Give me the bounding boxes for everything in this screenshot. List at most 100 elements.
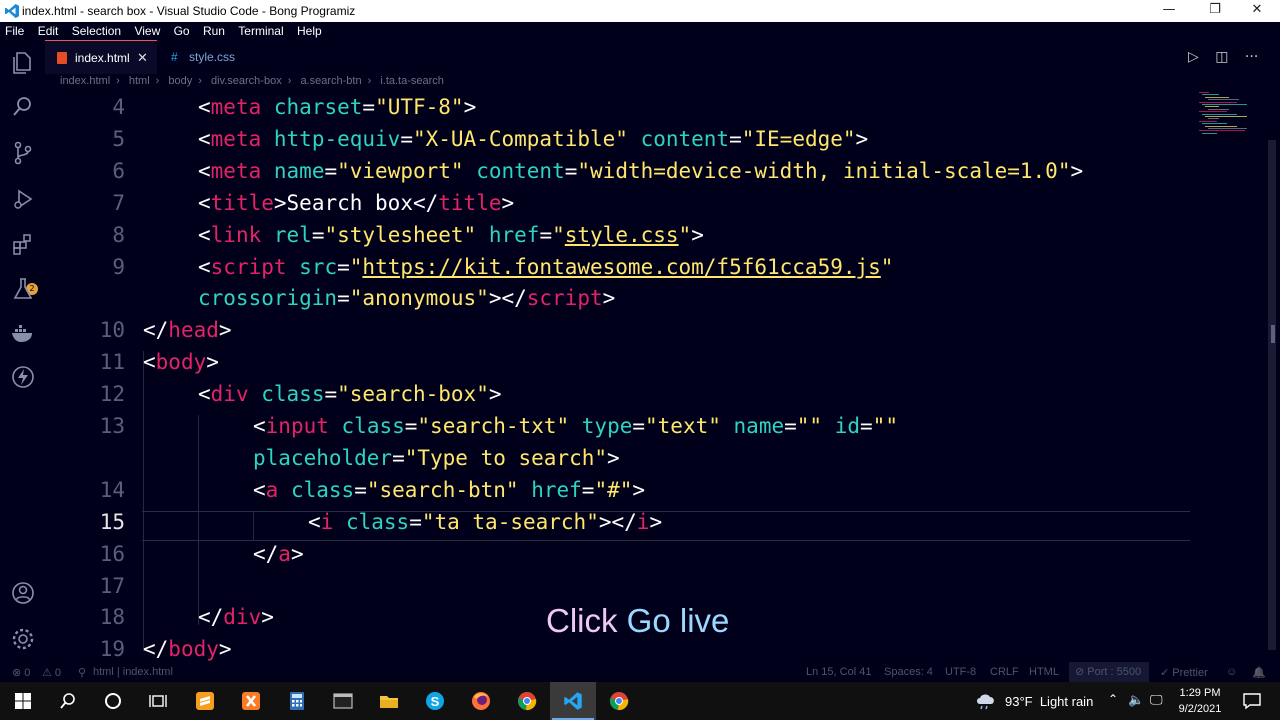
weather-widget[interactable]: 93°F Light rain bbox=[975, 682, 1100, 720]
code-token: div bbox=[210, 382, 249, 407]
taskbar-clock[interactable]: 1:29 PM 9/2/2021 bbox=[1170, 685, 1230, 717]
code-line[interactable]: </body> bbox=[143, 637, 232, 661]
chrome-icon[interactable] bbox=[504, 682, 550, 720]
menu-run[interactable]: Run bbox=[198, 22, 230, 38]
menu-help[interactable]: Help bbox=[292, 22, 327, 38]
code-line[interactable]: <input class="search-txt" type="text" na… bbox=[253, 414, 898, 438]
notifications-bell-icon[interactable]: 🔔 bbox=[1252, 666, 1266, 679]
encoding[interactable]: UTF-8 bbox=[945, 666, 976, 678]
more-actions-icon[interactable]: ··· bbox=[1245, 40, 1258, 74]
explorer-icon[interactable] bbox=[10, 50, 36, 76]
code-line[interactable]: <a class="search-btn" href="#"> bbox=[253, 478, 645, 502]
code-line[interactable]: <title>Search box</title> bbox=[198, 191, 514, 215]
code-line[interactable]: <meta charset="UTF-8"> bbox=[198, 95, 476, 119]
code-token: = bbox=[337, 286, 350, 311]
terminal-icon[interactable] bbox=[320, 682, 366, 720]
line-number: 15 bbox=[99, 509, 125, 534]
code-line[interactable]: <meta http-equiv="X-UA-Compatible" conte… bbox=[198, 127, 868, 151]
menu-go[interactable]: Go bbox=[169, 22, 195, 38]
cortana-icon[interactable] bbox=[90, 682, 136, 720]
breadcrumb-i[interactable]: i.ta.ta-search bbox=[380, 75, 444, 87]
close-window-button[interactable]: ✕ bbox=[1234, 0, 1280, 22]
breadcrumb-body[interactable]: body bbox=[168, 75, 192, 87]
breadcrumb-div[interactable]: div.search-box bbox=[211, 75, 282, 87]
code-line[interactable]: <script src="https://kit.fontawesome.com… bbox=[198, 255, 893, 279]
menu-file[interactable]: File bbox=[0, 22, 29, 38]
extensions-icon[interactable] bbox=[10, 232, 36, 258]
tab-index-html[interactable]: index.html ✕ bbox=[45, 40, 157, 74]
errors-indicator[interactable]: ⊗ 0 bbox=[12, 666, 30, 679]
code-line[interactable]: <link rel="stylesheet" href="style.css"> bbox=[198, 223, 704, 247]
code-line[interactable]: </head> bbox=[143, 318, 232, 342]
tab-style-css[interactable]: # style.css bbox=[159, 40, 289, 74]
breadcrumb-html[interactable]: html bbox=[129, 75, 150, 87]
cursor-position[interactable]: Ln 15, Col 41 bbox=[806, 666, 871, 678]
lightning-icon[interactable] bbox=[10, 364, 36, 390]
search-icon[interactable] bbox=[10, 94, 36, 120]
minimap[interactable] bbox=[1195, 92, 1255, 142]
split-editor-icon[interactable]: ◫ bbox=[1215, 40, 1228, 74]
breadcrumb-a[interactable]: a.search-btn bbox=[300, 75, 361, 87]
language-mode[interactable]: HTML bbox=[1029, 666, 1059, 678]
scrollbar-thumb[interactable] bbox=[1271, 325, 1275, 343]
minimap-line bbox=[1208, 128, 1247, 129]
feedback-icon[interactable]: ☺ bbox=[1226, 666, 1237, 678]
code-token: = bbox=[729, 126, 742, 151]
run-debug-icon[interactable] bbox=[10, 186, 36, 212]
docker-icon[interactable] bbox=[10, 320, 36, 346]
taskbar-search-icon[interactable] bbox=[45, 682, 91, 720]
warnings-indicator[interactable]: ⚠ 0 bbox=[42, 666, 61, 679]
menu-terminal[interactable]: Terminal bbox=[233, 22, 288, 38]
code-editor[interactable]: 4 5 6 7 8 9 10 11 12 13 14 15 16 17 18 19 <meta charset… bbox=[45, 95, 1235, 662]
tray-overflow-icon[interactable]: ⌃ bbox=[1108, 692, 1118, 706]
code-line[interactable]: placeholder="Type to search"> bbox=[253, 446, 620, 470]
skype-icon[interactable]: S bbox=[412, 682, 458, 720]
speaker-icon[interactable]: 🔈 bbox=[1128, 692, 1144, 708]
network-icon[interactable]: 🖵 bbox=[1150, 692, 1163, 708]
start-icon[interactable] bbox=[0, 682, 46, 720]
chrome-2-icon[interactable] bbox=[596, 682, 642, 720]
code-line[interactable]: </a> bbox=[253, 542, 304, 566]
menu-selection[interactable]: Selection bbox=[67, 22, 126, 38]
settings-gear-icon[interactable] bbox=[10, 626, 36, 652]
firefox-icon[interactable] bbox=[458, 682, 504, 720]
code-token: < bbox=[253, 477, 266, 502]
sublime-icon[interactable] bbox=[182, 682, 228, 720]
source-control-icon[interactable] bbox=[10, 140, 36, 166]
code-line[interactable]: <div class="search-box"> bbox=[198, 382, 502, 406]
code-token: < bbox=[198, 190, 211, 215]
code-token: " bbox=[678, 222, 692, 247]
account-icon[interactable] bbox=[10, 580, 36, 606]
code-token: = bbox=[860, 414, 873, 438]
code-line[interactable]: <body> bbox=[143, 350, 219, 374]
vertical-scrollbar[interactable] bbox=[1268, 140, 1276, 650]
indentation[interactable]: Spaces: 4 bbox=[884, 666, 933, 678]
code-line[interactable]: <i class="ta ta-search"></i> bbox=[308, 510, 662, 534]
live-server-port[interactable]: ⊘ Port : 5500 bbox=[1069, 662, 1149, 682]
line-number: 16 bbox=[99, 541, 125, 566]
menu-view[interactable]: View bbox=[129, 22, 165, 38]
code-token: input bbox=[265, 414, 329, 438]
code-line[interactable]: </div> bbox=[198, 605, 274, 629]
minimize-button[interactable]: — bbox=[1146, 0, 1192, 22]
breadcrumb-file[interactable]: index.html bbox=[60, 75, 110, 87]
file-explorer-icon[interactable] bbox=[366, 682, 412, 720]
run-icon[interactable]: ▷ bbox=[1188, 40, 1199, 74]
prettier-status[interactable]: ✓ Prettier bbox=[1160, 666, 1208, 679]
xampp-icon[interactable] bbox=[228, 682, 274, 720]
action-center-icon[interactable] bbox=[1240, 682, 1270, 720]
testing-icon[interactable] bbox=[10, 276, 36, 302]
task-view-icon[interactable] bbox=[135, 682, 181, 720]
vscode-icon[interactable] bbox=[550, 682, 596, 720]
close-tab-icon[interactable]: ✕ bbox=[137, 41, 148, 75]
menu-edit[interactable]: Edit bbox=[33, 22, 64, 38]
restore-button[interactable]: ❐ bbox=[1192, 0, 1238, 22]
calculator-icon[interactable] bbox=[274, 682, 320, 720]
code-line[interactable]: <meta name="viewport" content="width=dev… bbox=[198, 159, 1083, 183]
code-line[interactable]: crossorigin="anonymous"></script> bbox=[198, 286, 615, 310]
code-token: > bbox=[218, 318, 232, 343]
line-ending[interactable]: CRLF bbox=[990, 666, 1019, 678]
